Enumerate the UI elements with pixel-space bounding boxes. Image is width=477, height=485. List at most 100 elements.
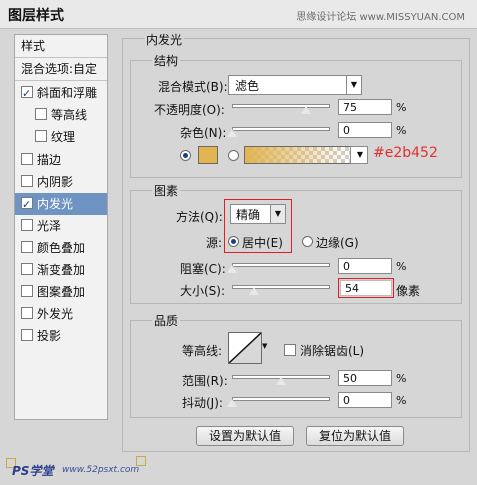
noise-label: 杂色(N):: [180, 126, 227, 140]
noise-slider[interactable]: [232, 127, 330, 131]
solid-color-radio[interactable]: [180, 150, 191, 161]
choke-slider[interactable]: [232, 263, 330, 267]
gradient-dropdown[interactable]: ▼: [350, 146, 368, 164]
size-input[interactable]: 54: [340, 280, 392, 296]
technique-select[interactable]: 精确 ▼: [230, 204, 286, 224]
percent-sign: %: [396, 394, 407, 407]
quality-group: [130, 320, 462, 418]
choke-slider-thumb[interactable]: [227, 265, 237, 274]
sidebar-item-label: 纹理: [51, 130, 76, 144]
blend-mode-select[interactable]: 滤色 ▼: [228, 75, 362, 95]
chevron-down-icon: ▼: [270, 205, 285, 223]
checkbox[interactable]: [21, 219, 33, 231]
percent-sign: %: [396, 101, 407, 114]
reset-default-button[interactable]: 复位为默认值: [306, 426, 404, 446]
sidebar-item-pattern-overlay[interactable]: 图案叠加: [15, 281, 113, 303]
checkbox[interactable]: [21, 194, 33, 216]
divider: [15, 80, 107, 81]
checkbox[interactable]: [21, 241, 33, 253]
sidebar-item-contour[interactable]: 等高线: [15, 104, 127, 126]
noise-slider-thumb[interactable]: [227, 129, 237, 138]
sidebar-item-label: 投影: [37, 329, 62, 343]
checkbox[interactable]: [35, 130, 47, 142]
styles-list: 样式 混合选项:自定 斜面和浮雕 等高线 纹理 描边 内阴影 内发光 光泽 颜色…: [14, 34, 108, 420]
opacity-input[interactable]: 75: [338, 99, 392, 115]
checkbox[interactable]: [21, 263, 33, 275]
source-center-label[interactable]: 居中(E): [242, 234, 283, 251]
quality-title: 品质: [152, 312, 181, 329]
size-label: 大小(S):: [180, 284, 226, 298]
sidebar-item-label: 等高线: [51, 108, 88, 122]
opacity-slider[interactable]: [232, 104, 330, 108]
blending-options-item[interactable]: 混合选项:自定: [15, 58, 113, 80]
source-edge-radio[interactable]: [302, 236, 313, 247]
chevron-down-icon: ▼: [262, 342, 268, 350]
make-default-button[interactable]: 设置为默认值: [196, 426, 294, 446]
checkbox[interactable]: [21, 285, 33, 297]
source-edge-label[interactable]: 边缘(G): [316, 234, 359, 251]
glow-color-swatch[interactable]: [198, 146, 218, 164]
antialias-checkbox-row[interactable]: 消除锯齿(L): [284, 342, 364, 359]
sidebar-item-bevel-emboss[interactable]: 斜面和浮雕: [15, 82, 113, 105]
checkbox[interactable]: [21, 307, 33, 319]
checkbox[interactable]: [21, 175, 33, 187]
styles-header[interactable]: 样式: [15, 35, 113, 57]
contour-label: 等高线:: [182, 344, 223, 358]
choke-label: 阻塞(C):: [180, 262, 226, 276]
jitter-slider[interactable]: [232, 397, 330, 401]
checkbox[interactable]: [21, 153, 33, 165]
checkbox[interactable]: [21, 329, 33, 341]
range-slider-thumb[interactable]: [276, 377, 286, 386]
checkbox[interactable]: [35, 108, 47, 120]
sidebar-item-satin[interactable]: 光泽: [15, 215, 113, 237]
chevron-down-icon: ▼: [346, 76, 361, 94]
sidebar-item-label: 内发光: [37, 197, 74, 211]
color-hex-annotation: #e2b452: [373, 145, 438, 161]
sidebar-item-label: 斜面和浮雕: [37, 86, 98, 100]
contour-dropdown[interactable]: ▼: [262, 332, 270, 362]
panel-title: 内发光: [144, 31, 185, 48]
blend-mode-value: 滤色: [235, 79, 260, 93]
window-title: 图层样式: [8, 8, 64, 24]
opacity-label: 不透明度(O):: [154, 103, 225, 117]
checkbox[interactable]: [284, 344, 296, 356]
sidebar-item-outer-glow[interactable]: 外发光: [15, 303, 113, 325]
jitter-input[interactable]: 0: [338, 392, 392, 408]
sidebar-item-texture[interactable]: 纹理: [15, 126, 127, 148]
structure-title: 结构: [152, 52, 181, 69]
sidebar-item-label: 颜色叠加: [37, 241, 86, 255]
sidebar-item-color-overlay[interactable]: 颜色叠加: [15, 237, 113, 259]
checkbox[interactable]: [21, 83, 33, 105]
sidebar-item-inner-glow[interactable]: 内发光: [15, 193, 107, 216]
sidebar-item-label: 内阴影: [37, 175, 74, 189]
sidebar-item-label: 外发光: [37, 307, 74, 321]
sidebar-item-stroke[interactable]: 描边: [15, 149, 113, 171]
jitter-slider-thumb[interactable]: [227, 399, 237, 408]
watermark-text: 思缘设计论坛 www.MISSYUAN.COM: [296, 12, 465, 23]
technique-value: 精确: [236, 208, 261, 222]
sidebar-item-label: 图案叠加: [37, 285, 86, 299]
gradient-radio[interactable]: [228, 150, 239, 161]
contour-preview[interactable]: [228, 332, 262, 364]
sidebar-item-inner-shadow[interactable]: 内阴影: [15, 171, 113, 193]
gradient-preview[interactable]: [244, 146, 352, 164]
size-slider-thumb[interactable]: [248, 287, 259, 296]
sidebar-item-gradient-overlay[interactable]: 渐变叠加: [15, 259, 113, 281]
noise-input[interactable]: 0: [338, 122, 392, 138]
opacity-slider-thumb[interactable]: [300, 106, 311, 115]
logo-url: www.52psxt.com: [62, 465, 140, 475]
contour-curve-icon: [228, 332, 262, 364]
size-unit: 像素: [396, 284, 421, 298]
sidebar-item-label: 渐变叠加: [37, 263, 86, 277]
jitter-label: 抖动(J):: [182, 396, 223, 410]
blend-mode-label: 混合模式(B):: [158, 80, 228, 94]
sidebar-item-drop-shadow[interactable]: 投影: [15, 325, 113, 347]
elements-title: 图素: [152, 182, 181, 199]
source-center-radio[interactable]: [228, 236, 239, 247]
logo-text: PS学堂: [12, 464, 54, 478]
size-slider[interactable]: [232, 285, 330, 289]
antialias-label: 消除锯齿(L): [300, 344, 365, 358]
choke-input[interactable]: 0: [338, 258, 392, 274]
range-input[interactable]: 50: [338, 370, 392, 386]
source-label: 源:: [206, 236, 223, 250]
